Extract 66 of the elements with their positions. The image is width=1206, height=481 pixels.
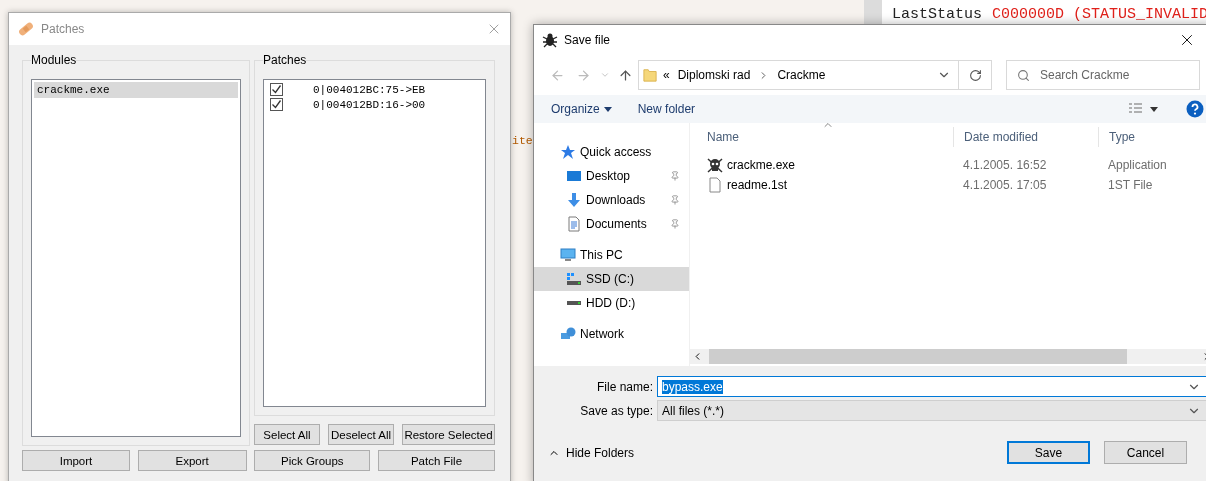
footer-button[interactable]: Pick Groups	[254, 450, 371, 471]
computer-icon	[560, 247, 576, 263]
list-button[interactable]: Deselect All	[328, 424, 394, 445]
caret-icon	[603, 106, 612, 112]
file-icon	[707, 177, 723, 193]
skull-icon	[707, 157, 723, 173]
navigation-item[interactable]: SSD (C:)	[534, 267, 689, 291]
bug-icon	[542, 32, 558, 48]
download-icon	[566, 192, 582, 208]
file-date: 4.1.2005. 17:05	[962, 178, 1048, 192]
list-button[interactable]: Restore Selected	[402, 424, 495, 445]
navigation-item[interactable]: This PC	[534, 243, 689, 267]
dialog-button[interactable]: Cancel	[1104, 441, 1187, 464]
column-header[interactable]: Date modified	[953, 127, 1098, 147]
folder-icon	[643, 67, 657, 83]
patch-entry: 0|004012BC:75->EB	[313, 83, 426, 96]
file-type: Application	[1107, 158, 1168, 172]
navigation-item[interactable]: Quick access	[534, 140, 689, 164]
footer-button[interactable]: Import	[22, 450, 130, 471]
file-date: 4.1.2005. 16:52	[962, 158, 1048, 172]
network-icon	[560, 326, 576, 342]
drive-icon	[567, 301, 581, 305]
navigation-item[interactable]: Desktop	[534, 164, 689, 188]
file-type-dropdown[interactable]: All files (*.*)	[657, 400, 1206, 421]
breadcrumb[interactable]: Diplomski rad	[677, 68, 751, 82]
dialog-button[interactable]: Save	[1007, 441, 1090, 464]
desktop-icon	[566, 168, 582, 184]
new-folder-button[interactable]: New folder	[637, 102, 696, 116]
document-icon	[566, 216, 582, 232]
search-icon	[1017, 68, 1030, 82]
file-name[interactable]: readme.1st	[690, 177, 953, 193]
search-field[interactable]: Search Crackme	[1006, 60, 1200, 90]
code-text: ite	[512, 134, 533, 147]
address-prefix: «	[663, 68, 670, 82]
column-header[interactable]: Name	[690, 127, 953, 147]
checkbox[interactable]	[270, 83, 283, 96]
group-label: Patches	[263, 53, 307, 67]
checkbox[interactable]	[270, 98, 283, 111]
register-label: LastStatus	[892, 6, 982, 25]
navigation-item[interactable]: Downloads	[534, 188, 689, 212]
file-type: 1ST File	[1107, 178, 1154, 192]
star-icon	[560, 144, 576, 160]
navigation-item[interactable]: Documents	[534, 212, 689, 236]
field-label: Save as type:	[579, 403, 653, 418]
hide-folders-button[interactable]: Hide Folders	[546, 443, 637, 462]
file-name-field[interactable]: bypass.exe	[657, 376, 1206, 397]
address-bar[interactable]: « Diplomski rad Crackme	[638, 60, 992, 90]
patch-entry: 0|004012BD:16->00	[313, 98, 426, 111]
group-label: Modules	[31, 53, 77, 67]
footer-button[interactable]: Patch File	[377, 450, 495, 471]
field-label: File name:	[595, 379, 653, 394]
breadcrumb[interactable]: Crackme	[777, 68, 826, 82]
organize-menu[interactable]: Organize	[551, 102, 612, 116]
view-icon[interactable]	[1128, 103, 1158, 115]
file-name[interactable]: crackme.exe	[690, 157, 953, 173]
help-icon[interactable]	[1186, 100, 1204, 118]
window-title: Patches	[41, 22, 86, 36]
drive-icon	[566, 271, 582, 287]
footer-button[interactable]: Export	[137, 450, 247, 471]
list-button[interactable]: Select All	[254, 424, 320, 445]
navigation-item[interactable]: HDD (D:)	[534, 291, 689, 315]
dialog-title: Save file	[564, 33, 612, 47]
horizontal-scrollbar[interactable]	[690, 349, 1206, 364]
module-item[interactable]: crackme.exe	[34, 82, 238, 98]
navigation-item[interactable]: Network	[534, 322, 689, 346]
column-header[interactable]: Type	[1098, 127, 1206, 147]
